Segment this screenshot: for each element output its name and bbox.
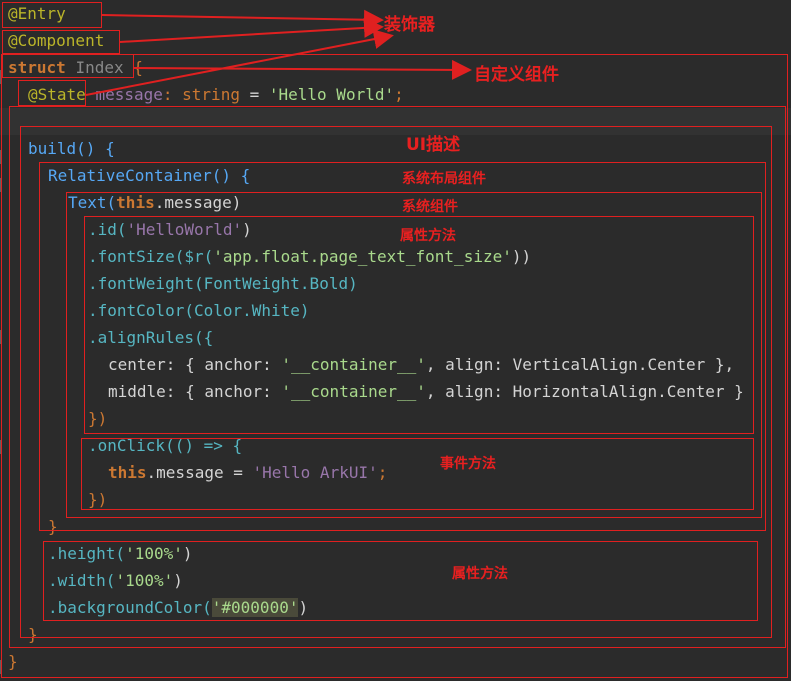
label-attr-method-1: 属性方法 <box>400 228 456 244</box>
label-custom-component: 自定义组件 <box>474 65 559 85</box>
label-attr-method-2: 属性方法 <box>452 566 508 582</box>
label-event-method: 事件方法 <box>440 456 496 472</box>
label-system-component: 系统组件 <box>402 199 458 215</box>
label-system-layout: 系统布局组件 <box>402 171 486 187</box>
arrow-state <box>85 29 394 96</box>
label-decorator: 装饰器 <box>384 15 435 35</box>
arrow-entry <box>101 9 384 30</box>
arrow-struct <box>133 59 472 80</box>
arrow-component <box>119 17 384 43</box>
label-ui-desc: UI描述 <box>406 135 461 155</box>
annotation-arrows <box>85 9 472 96</box>
